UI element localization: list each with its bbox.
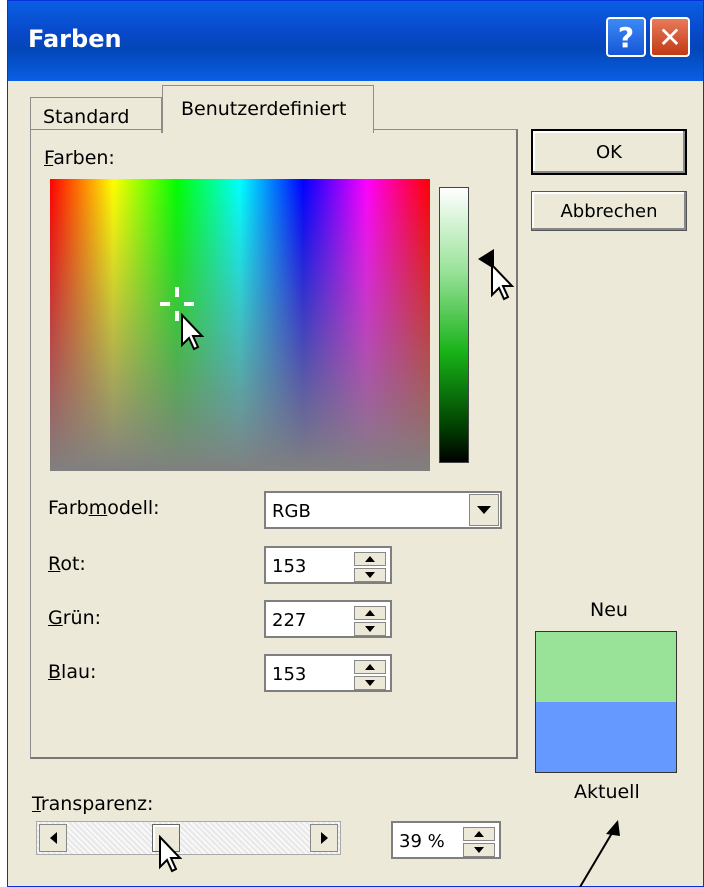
tab-custom[interactable]: Benutzerdefiniert [162,85,374,133]
tab-custom-label: Benutzerdefiniert [181,98,347,120]
annotation-arrow-icon [579,820,620,887]
